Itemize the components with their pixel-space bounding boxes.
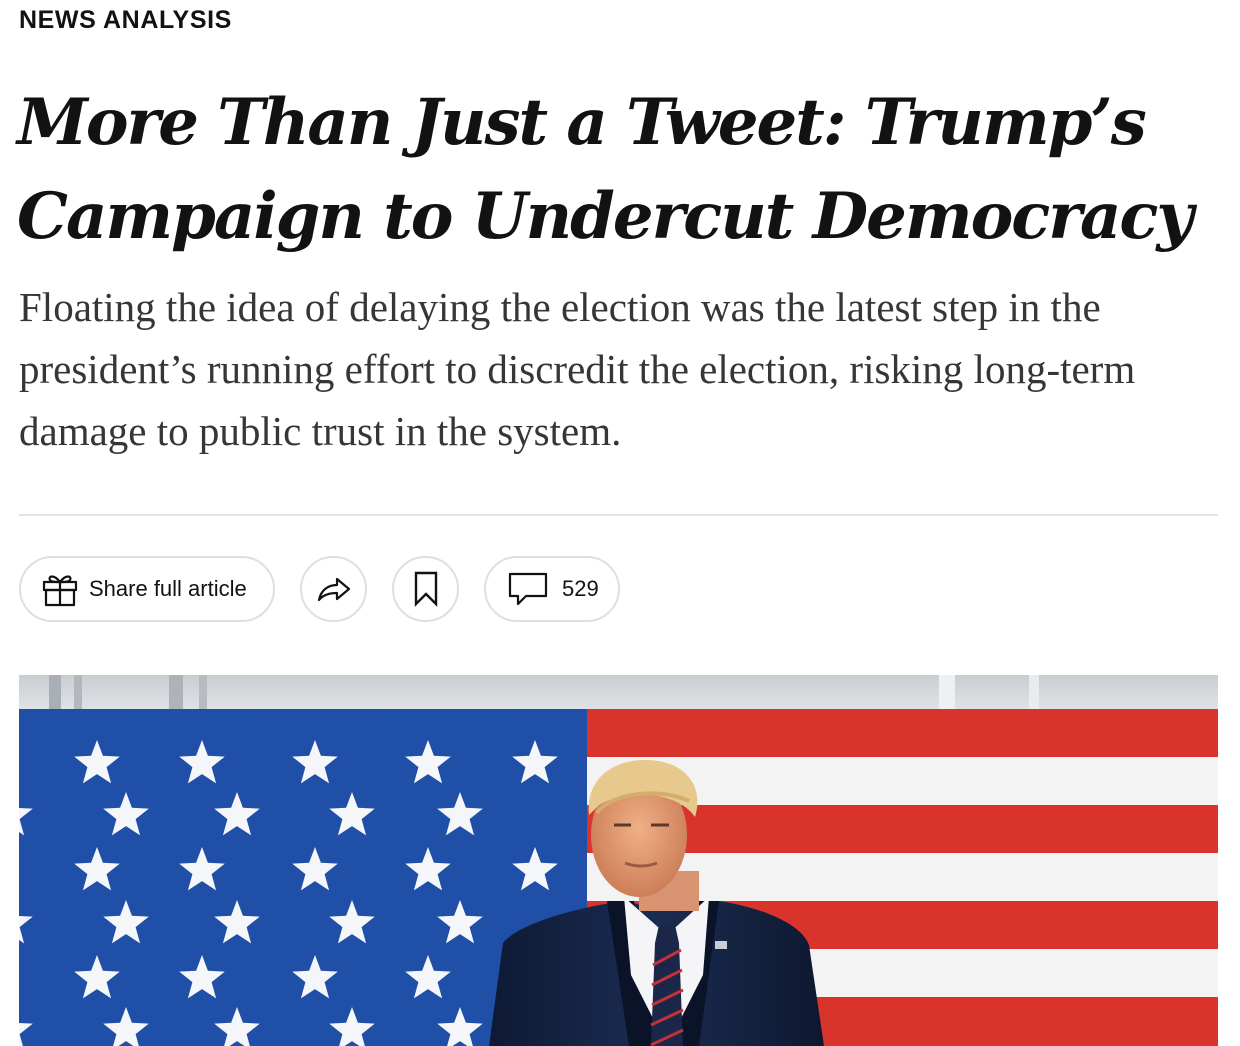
article-lead-image [19,675,1218,1046]
comments-button[interactable]: 529 [484,556,620,622]
comments-count: 529 [562,576,599,601]
headline-line-1: More Than Just a Tweet: Trump’s [17,85,1147,160]
headline-line-2: Campaign to Undercut Democracy [17,179,1194,254]
gift-icon [41,570,79,608]
article-summary: Floating the idea of delaying the electi… [19,284,1136,454]
share-full-article-label: Share full article [89,576,247,601]
share-arrow-icon [315,574,353,604]
divider [19,514,1218,516]
article-headline: More Than Just a Tweet: Trump’s Campaign… [17,76,1217,264]
comment-bubble-icon [508,571,548,607]
share-button[interactable] [300,556,367,622]
bookmark-icon [413,570,439,608]
article-kicker: NEWS ANALYSIS [19,6,232,34]
article-page: NEWS ANALYSIS More Than Just a Tweet: Tr… [0,0,1240,1046]
save-button[interactable] [392,556,459,622]
share-full-article-button[interactable]: Share full article [19,556,275,622]
